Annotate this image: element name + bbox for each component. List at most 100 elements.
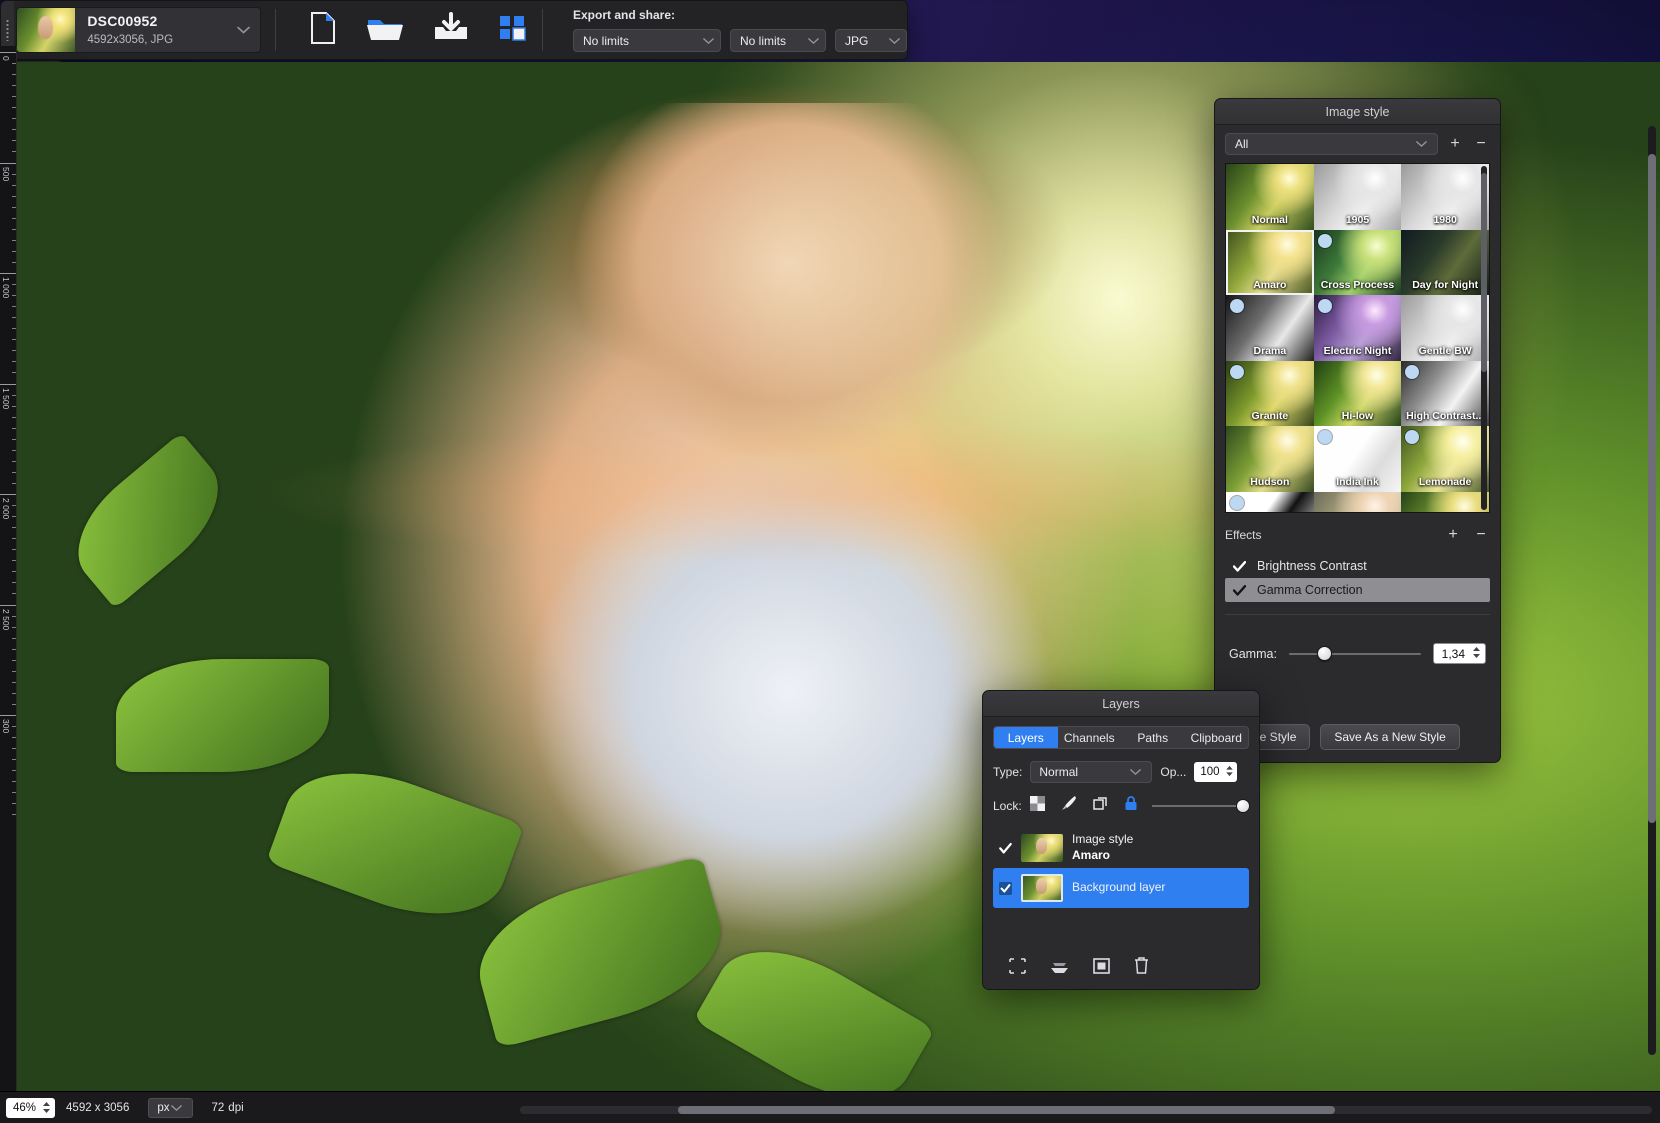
tab-channels[interactable]: Channels	[1058, 727, 1122, 748]
style-thumbnail[interactable]: Gentle BW	[1401, 295, 1489, 361]
effect-item[interactable]: Gamma Correction	[1225, 578, 1490, 602]
remove-effect-button[interactable]: −	[1472, 525, 1490, 545]
style-adjustment-dot-icon	[1318, 234, 1332, 248]
style-grid-container[interactable]: Normal19051980 AmaroCross ProcessDay for …	[1225, 163, 1490, 513]
opacity-value: 100	[1200, 766, 1219, 778]
style-grid-scrollbar[interactable]	[1481, 166, 1487, 510]
add-effect-button[interactable]: +	[1444, 525, 1462, 545]
tab-paths[interactable]: Paths	[1121, 727, 1185, 748]
style-label: India Ink	[1314, 476, 1402, 488]
style-thumbnail[interactable]: 1980	[1401, 164, 1489, 230]
style-thumbnail[interactable]: Maxed out BW	[1226, 492, 1314, 514]
style-thumbnail[interactable]: High Contrast...	[1401, 361, 1489, 427]
style-thumbnail[interactable]: Granite	[1226, 361, 1314, 427]
opacity-field[interactable]: 100	[1194, 762, 1236, 782]
stepper-arrows-icon[interactable]	[1225, 765, 1234, 780]
export-label: Export and share:	[573, 8, 907, 22]
chevron-down-icon	[703, 37, 714, 44]
save-as-new-style-button[interactable]: Save As a New Style	[1320, 724, 1459, 750]
lock-transparency-icon[interactable]	[1030, 796, 1045, 816]
open-folder-icon[interactable]	[366, 13, 404, 48]
style-thumbnail[interactable]: India Ink	[1314, 426, 1402, 492]
zoom-stepper[interactable]: 46%	[6, 1098, 55, 1118]
gamma-slider[interactable]	[1289, 647, 1421, 661]
chevron-down-icon	[889, 37, 900, 44]
lock-all-icon[interactable]	[1124, 795, 1138, 816]
image-viewport[interactable]	[17, 415, 1000, 1091]
blend-mode-select[interactable]: Normal	[1030, 761, 1152, 783]
tab-clipboard[interactable]: Clipboard	[1185, 727, 1249, 748]
effect-item[interactable]: Brightness Contrast	[1225, 554, 1490, 578]
document-meta: 4592x3056, JPG	[87, 33, 173, 47]
type-label: Type:	[993, 765, 1022, 779]
effect-label: Gamma Correction	[1257, 583, 1363, 597]
style-thumbnail[interactable]: Drama	[1226, 295, 1314, 361]
style-label: High Contrast...	[1401, 410, 1489, 422]
layers-panel: Layers LayersChannelsPathsClipboard Type…	[982, 690, 1260, 990]
tab-layers[interactable]: Layers	[994, 727, 1058, 748]
style-label: Drama	[1226, 345, 1314, 357]
style-label: 1980	[1401, 214, 1489, 226]
canvas-horizontal-scrollbar[interactable]	[520, 1106, 1000, 1114]
merge-layer-icon[interactable]	[1050, 958, 1069, 979]
dpi-label: dpi	[228, 1102, 254, 1114]
style-thumbnail[interactable]: Lemonade	[1401, 426, 1489, 492]
checkmark-icon[interactable]	[1233, 584, 1246, 597]
units-select[interactable]: px	[148, 1098, 192, 1118]
layer-visibility-checkbox[interactable]	[999, 882, 1012, 895]
new-document-icon[interactable]	[308, 11, 338, 50]
style-thumbnail[interactable]: Day for Night	[1401, 230, 1489, 296]
style-label: Normal	[1226, 214, 1314, 226]
arrange-icon[interactable]	[498, 13, 528, 48]
checkmark-icon[interactable]	[1233, 560, 1246, 573]
remove-style-button[interactable]: −	[1472, 134, 1490, 154]
style-thumbnail[interactable]: Amaro	[1226, 230, 1314, 296]
layer-visibility-checkbox[interactable]	[999, 842, 1012, 855]
add-style-button[interactable]: +	[1446, 134, 1464, 154]
style-thumbnail[interactable]: Mayfair	[1314, 492, 1402, 514]
save-inbox-icon[interactable]	[432, 12, 470, 49]
style-thumbnail[interactable]: Medium Contr...	[1401, 492, 1489, 514]
layers-title: Layers	[983, 691, 1259, 717]
lock-paint-icon[interactable]	[1061, 795, 1077, 816]
zoom-value: 46%	[13, 1102, 36, 1114]
export-quality-select[interactable]: No limits	[730, 29, 826, 52]
style-label: Day for Night	[1401, 279, 1489, 291]
layer-opacity-slider[interactable]	[1152, 800, 1249, 812]
toolbar-divider-2	[542, 9, 543, 51]
stepper-arrows-icon[interactable]	[1472, 646, 1481, 662]
export-format-value: JPG	[845, 34, 868, 48]
layer-row[interactable]: Image styleAmaro	[993, 828, 1249, 868]
document-selector[interactable]: DSC00952 4592x3056, JPG	[16, 7, 261, 53]
style-filter-select[interactable]: All	[1225, 133, 1438, 155]
style-adjustment-dot-icon	[1230, 365, 1244, 379]
lock-position-icon[interactable]	[1093, 796, 1108, 816]
gamma-label: Gamma:	[1229, 647, 1277, 661]
chevron-down-icon	[171, 1104, 182, 1111]
layers-tabs: LayersChannelsPathsClipboard	[993, 726, 1249, 749]
export-quality-value: No limits	[740, 34, 786, 48]
layer-text: Image styleAmaro	[1072, 832, 1133, 863]
style-adjustment-dot-icon	[1405, 365, 1419, 379]
style-thumbnail[interactable]: Cross Process	[1314, 230, 1402, 296]
style-thumbnail[interactable]: Electric Night	[1314, 295, 1402, 361]
delete-layer-icon[interactable]	[1134, 957, 1149, 979]
export-size-value: No limits	[583, 34, 629, 48]
vertical-ruler: 05001 0001 5002 0002 500300	[0, 415, 17, 1091]
style-thumbnail[interactable]: Hudson	[1226, 426, 1314, 492]
layer-row[interactable]: Background layer	[993, 868, 1249, 908]
export-size-select[interactable]: No limits	[573, 29, 721, 52]
stepper-arrows-icon[interactable]	[42, 1101, 51, 1114]
ruler-tick-label-v: 2 500	[1, 609, 11, 630]
export-format-select[interactable]: JPG	[835, 29, 907, 52]
ruler-tick-label-v: 300	[1, 719, 11, 733]
layer-title: Background layer	[1072, 880, 1165, 896]
new-layer-icon[interactable]	[1093, 958, 1110, 979]
style-thumbnail[interactable]: Normal	[1226, 164, 1314, 230]
gamma-value-field[interactable]: 1,34	[1433, 643, 1486, 664]
style-thumbnail[interactable]: 1905	[1314, 164, 1402, 230]
select-layer-icon[interactable]	[1009, 958, 1026, 979]
gamma-value: 1,34	[1442, 647, 1465, 661]
style-thumbnail[interactable]: Hi-low	[1314, 361, 1402, 427]
style-label: Gentle BW	[1401, 345, 1489, 357]
